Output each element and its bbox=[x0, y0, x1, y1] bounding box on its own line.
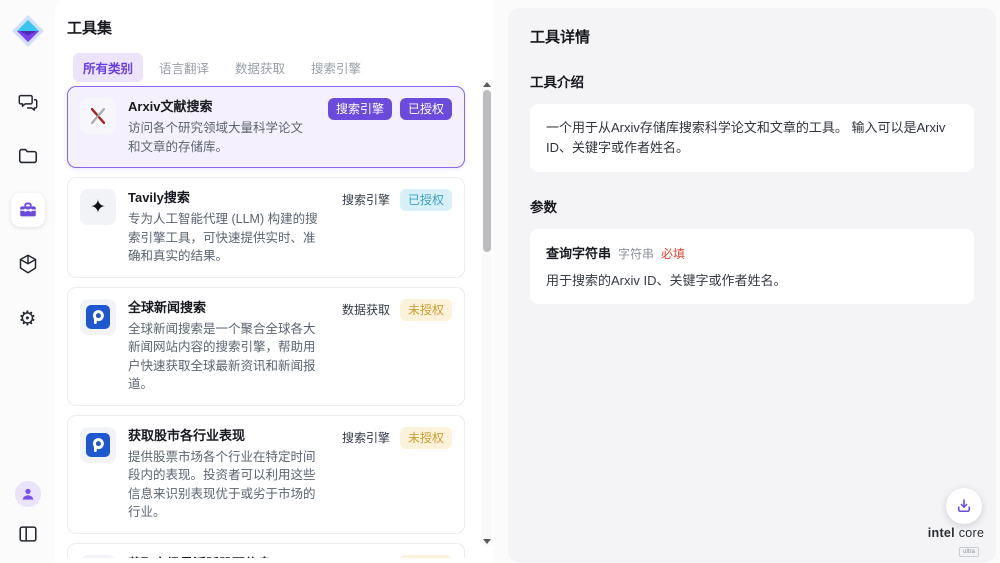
intel-core-logo: intel core ultra bbox=[926, 526, 986, 558]
status-badge: 未授权 bbox=[400, 427, 452, 449]
tab-all-categories[interactable]: 所有类别 bbox=[73, 53, 143, 82]
param-type: 字符串 bbox=[618, 245, 654, 262]
tool-name: 获取市场最活跃股票信息 bbox=[128, 555, 324, 559]
download-icon bbox=[955, 497, 973, 515]
tool-list-panel: 工具集 所有类别 语言翻译 数据获取 搜索引擎 bbox=[55, 0, 493, 563]
tool-description: 访问各个研究领域大量科学论文和文章的存储库。 bbox=[128, 119, 312, 156]
param-description: 用于搜索的Arxiv ID、关键字或作者姓名。 bbox=[546, 271, 958, 290]
brand-badge: ultra bbox=[959, 547, 979, 557]
sparkle-icon: ✦ bbox=[80, 189, 116, 225]
left-rail: ⚙ bbox=[0, 0, 55, 563]
tool-description: 全球新闻搜索是一个聚合全球各大新闻网站内容的搜索引擎，帮助用户快速获取全球最新资… bbox=[128, 320, 324, 394]
tab-language-translation[interactable]: 语言翻译 bbox=[149, 53, 219, 82]
tool-card-active-stocks[interactable]: 获取市场最活跃股票信息 提供当天交易量最高的股票列表，投资者可以利用这些信息来识… bbox=[67, 543, 465, 559]
brand-core: core bbox=[959, 526, 985, 540]
download-button[interactable] bbox=[946, 488, 982, 524]
params-heading: 参数 bbox=[530, 196, 974, 216]
toolbox-icon-active[interactable] bbox=[11, 193, 45, 227]
tool-name: Arxiv文献搜索 bbox=[128, 98, 312, 116]
category-badge[interactable]: 搜索引擎 bbox=[328, 98, 392, 120]
scrollbar-up-arrow-icon[interactable] bbox=[483, 82, 491, 87]
tool-name: 全球新闻搜索 bbox=[128, 299, 324, 317]
param-name: 查询字符串 bbox=[546, 243, 611, 262]
folder-icon[interactable] bbox=[11, 139, 45, 173]
status-badge[interactable]: 已授权 bbox=[400, 98, 452, 120]
search-q-icon bbox=[80, 427, 116, 463]
user-avatar[interactable] bbox=[15, 481, 41, 507]
tab-search-engine[interactable]: 搜索引擎 bbox=[301, 53, 371, 82]
category-tabs: 所有类别 语言翻译 数据获取 搜索引擎 bbox=[67, 53, 481, 82]
rail-bottom bbox=[11, 481, 45, 551]
category-label: 数据获取 bbox=[340, 299, 392, 321]
tool-card-tavily[interactable]: ✦ Tavily搜索 专为人工智能代理 (LLM) 构建的搜索引擎工具，可快速提… bbox=[67, 177, 465, 278]
intro-card: 一个用于从Arxiv存储库搜索科学论文和文章的工具。 输入可以是Arxiv ID… bbox=[530, 104, 974, 172]
tool-badges: 搜索引擎 已授权 bbox=[328, 98, 452, 120]
details-title: 工具详情 bbox=[530, 26, 974, 47]
panel-toggle-icon[interactable] bbox=[11, 517, 45, 551]
tool-badges: 搜索引擎 已授权 bbox=[340, 189, 452, 211]
category-label: 搜索引擎 bbox=[340, 189, 392, 211]
status-badge: 未授权 bbox=[400, 299, 452, 321]
tab-data-acquisition[interactable]: 数据获取 bbox=[225, 53, 295, 82]
list-scrollbar[interactable] bbox=[482, 80, 492, 546]
brand-intel: intel bbox=[928, 526, 955, 540]
settings-gear-icon[interactable]: ⚙ bbox=[11, 301, 45, 335]
scrollbar-thumb[interactable] bbox=[483, 90, 491, 252]
chat-icon[interactable] bbox=[11, 85, 45, 119]
tool-card-sector-performance[interactable]: 获取股市各行业表现 提供股票市场各个行业在特定时间段内的表现。投资者可以利用这些… bbox=[67, 415, 465, 534]
intro-heading: 工具介绍 bbox=[530, 71, 974, 91]
intro-text: 一个用于从Arxiv存储库搜索科学论文和文章的工具。 输入可以是Arxiv ID… bbox=[546, 118, 958, 158]
category-label: 搜索引擎 bbox=[340, 555, 392, 559]
tool-name: Tavily搜索 bbox=[128, 189, 324, 207]
param-required-flag: 必填 bbox=[661, 245, 685, 262]
list-header: 工具集 所有类别 语言翻译 数据获取 搜索引擎 bbox=[55, 0, 493, 82]
page-title: 工具集 bbox=[67, 17, 481, 38]
tool-badges: 数据获取 未授权 bbox=[340, 299, 452, 321]
arxiv-icon bbox=[80, 98, 116, 134]
tool-badges: 搜索引擎 未授权 bbox=[340, 555, 452, 559]
tool-card-arxiv[interactable]: Arxiv文献搜索 访问各个研究领域大量科学论文和文章的存储库。 搜索引擎 已授… bbox=[67, 86, 465, 168]
tool-badges: 搜索引擎 未授权 bbox=[340, 427, 452, 449]
status-badge: 已授权 bbox=[400, 189, 452, 211]
app-logo-icon bbox=[10, 13, 46, 49]
tool-name: 获取股市各行业表现 bbox=[128, 427, 324, 445]
tool-details-panel: 工具详情 工具介绍 一个用于从Arxiv存储库搜索科学论文和文章的工具。 输入可… bbox=[508, 8, 996, 563]
status-badge: 未授权 bbox=[400, 555, 452, 559]
tool-scroll-area: Arxiv文献搜索 访问各个研究领域大量科学论文和文章的存储库。 搜索引擎 已授… bbox=[55, 82, 493, 558]
param-card: 查询字符串 字符串 必填 用于搜索的Arxiv ID、关键字或作者姓名。 bbox=[530, 229, 974, 304]
tool-description: 提供股票市场各个行业在特定时间段内的表现。投资者可以利用这些信息来识别表现优于或… bbox=[128, 448, 324, 522]
tool-card-global-news[interactable]: 全球新闻搜索 全球新闻搜索是一个聚合全球各大新闻网站内容的搜索引擎，帮助用户快速… bbox=[67, 287, 465, 406]
tool-list: Arxiv文献搜索 访问各个研究领域大量科学论文和文章的存储库。 搜索引擎 已授… bbox=[67, 86, 465, 558]
app-window: ⚙ 工具集 所有类别 语言翻译 数据 bbox=[0, 0, 1000, 563]
scrollbar-down-arrow-icon[interactable] bbox=[483, 539, 491, 544]
rail-nav: ⚙ bbox=[11, 85, 45, 335]
category-label: 搜索引擎 bbox=[340, 427, 392, 449]
search-q-icon bbox=[80, 555, 116, 559]
tool-description: 专为人工智能代理 (LLM) 构建的搜索引擎工具，可快速提供实时、准确和真实的结… bbox=[128, 210, 324, 266]
search-q-icon bbox=[80, 299, 116, 335]
cube-icon[interactable] bbox=[11, 247, 45, 281]
